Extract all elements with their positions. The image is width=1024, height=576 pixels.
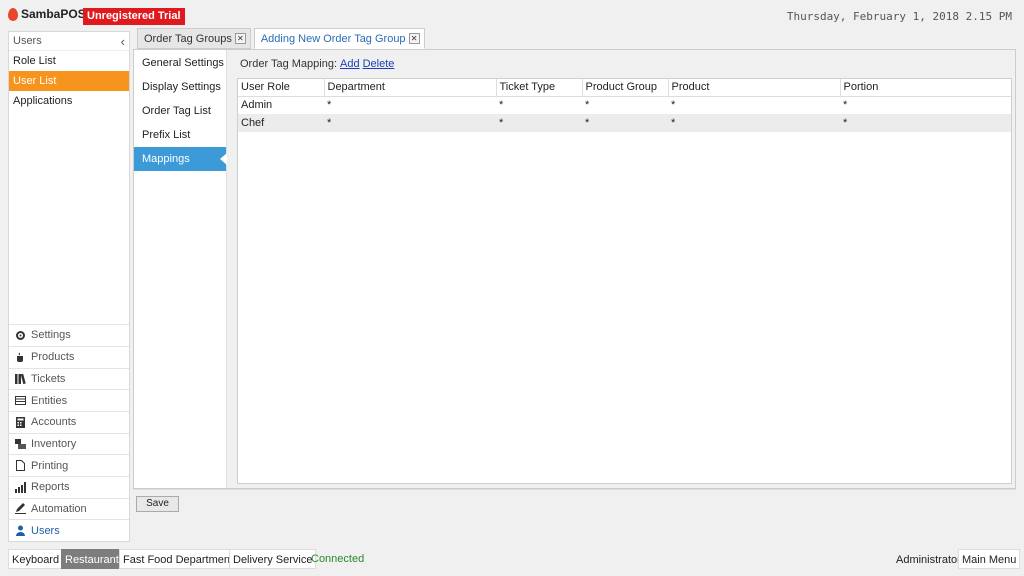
calculator-icon	[15, 416, 26, 428]
datetime: Thursday, February 1, 2018 2.15 PM	[786, 10, 1012, 23]
column-header[interactable]: Product Group	[582, 79, 669, 97]
module-label: Entities	[31, 394, 68, 407]
add-link[interactable]: Add	[340, 58, 360, 70]
trial-badge: Unregistered Trial	[83, 8, 185, 25]
module-tickets[interactable]: Tickets	[9, 367, 129, 390]
department-button[interactable]: Fast Food Department	[119, 549, 238, 569]
gear-icon	[15, 330, 26, 341]
nav-section-title: Users	[13, 35, 42, 47]
coffee-icon	[15, 352, 26, 363]
module-inventory[interactable]: Inventory	[9, 432, 129, 455]
document-icon	[15, 460, 26, 472]
module-entities[interactable]: Entities	[9, 389, 129, 411]
cell-portion[interactable]: *	[840, 96, 1011, 114]
cell-department[interactable]: *	[324, 96, 496, 114]
delivery-service-button[interactable]: Delivery Service	[229, 549, 317, 569]
column-header[interactable]: Department	[324, 79, 497, 97]
cell-ticket-type[interactable]: *	[496, 96, 582, 114]
editor-panel: General Settings Display Settings Order …	[133, 49, 1016, 489]
cell-ticket-type[interactable]: *	[496, 114, 582, 132]
close-icon[interactable]: ✕	[234, 33, 246, 44]
keyboard-button[interactable]: Keyboard	[8, 549, 64, 569]
document-tabs: Order Tag Groups ✕ Adding New Order Tag …	[137, 28, 428, 49]
section-menu: General Settings Display Settings Order …	[134, 50, 227, 488]
nav-item-role-list[interactable]: Role List	[9, 51, 129, 71]
tab-order-tag-groups[interactable]: Order Tag Groups ✕	[137, 28, 251, 49]
module-label: Reports	[31, 481, 70, 494]
tab-label: Adding New Order Tag Group	[260, 32, 406, 45]
pen-icon	[15, 503, 26, 515]
save-button[interactable]: Save	[136, 496, 179, 512]
module-settings[interactable]: Settings	[9, 324, 129, 346]
menu-order-tag-list[interactable]: Order Tag List	[134, 99, 226, 123]
close-icon[interactable]: ✕	[408, 33, 420, 44]
left-nav: Users ‹ Role List User List Applications…	[8, 31, 130, 542]
column-header[interactable]: Portion	[840, 79, 1011, 97]
nav-item-applications[interactable]: Applications	[9, 91, 129, 111]
module-label: Tickets	[31, 372, 66, 385]
module-label: Printing	[31, 459, 69, 472]
table-row[interactable]: Chef * * * * *	[238, 114, 1011, 132]
nav-header: Users ‹	[9, 32, 129, 51]
cell-department[interactable]: *	[324, 114, 496, 132]
connection-status: Connected	[311, 553, 365, 565]
boxes-icon	[15, 438, 26, 450]
module-label: Inventory	[31, 437, 77, 450]
collapse-icon[interactable]: ‹	[121, 34, 125, 49]
cell-portion[interactable]: *	[840, 114, 1011, 132]
menu-display-settings[interactable]: Display Settings	[134, 75, 226, 99]
module-reports[interactable]: Reports	[9, 475, 129, 498]
cell-product[interactable]: *	[668, 114, 840, 132]
status-bar: Keyboard Restaurant Fast Food Department…	[0, 545, 1024, 572]
nav-item-user-list[interactable]: User List	[9, 71, 129, 91]
table-row[interactable]: Admin * * * * *	[238, 96, 1011, 114]
mapping-toolbar: Order Tag Mapping: Add Delete	[240, 58, 394, 70]
bar-chart-icon	[15, 481, 26, 493]
main-menu-button[interactable]: Main Menu	[958, 549, 1021, 569]
column-header[interactable]: Ticket Type	[496, 79, 583, 97]
books-icon	[15, 373, 26, 385]
tab-adding-new-order-tag-group[interactable]: Adding New Order Tag Group ✕	[253, 28, 425, 49]
mapping-grid: User Role Department Ticket Type Product…	[237, 78, 1012, 484]
cell-product-group[interactable]: *	[582, 96, 668, 114]
module-label: Users	[31, 524, 60, 537]
title-bar: SambaPOS Unregistered Trial Thursday, Fe…	[0, 0, 1024, 28]
cell-user-role[interactable]: Chef	[238, 114, 324, 132]
module-printing[interactable]: Printing	[9, 454, 129, 476]
app-brand: SambaPOS	[21, 7, 86, 21]
menu-prefix-list[interactable]: Prefix List	[134, 123, 226, 147]
menu-general-settings[interactable]: General Settings	[134, 51, 226, 75]
module-label: Automation	[31, 502, 87, 515]
cell-product-group[interactable]: *	[582, 114, 668, 132]
module-automation[interactable]: Automation	[9, 497, 129, 520]
module-users[interactable]: Users	[9, 519, 129, 541]
user-icon	[15, 525, 26, 537]
column-header[interactable]: Product	[668, 79, 841, 97]
module-label: Products	[31, 351, 75, 364]
delete-link[interactable]: Delete	[363, 58, 395, 70]
cell-product[interactable]: *	[668, 96, 840, 114]
grid-header-row: User Role Department Ticket Type Product…	[238, 79, 1011, 97]
column-header[interactable]: User Role	[238, 79, 325, 97]
table-icon	[15, 395, 26, 406]
menu-mappings[interactable]: Mappings	[134, 147, 227, 171]
module-label: Settings	[31, 329, 71, 342]
app-logo: SambaPOS	[8, 7, 86, 21]
user-button[interactable]: Administrator	[892, 549, 965, 569]
module-accounts[interactable]: Accounts	[9, 410, 129, 433]
module-nav: Settings Products Tickets Entities Accou…	[9, 324, 129, 541]
save-bar: Save	[133, 489, 1016, 519]
cell-user-role[interactable]: Admin	[238, 96, 324, 114]
mapping-label: Order Tag Mapping:	[240, 58, 338, 70]
module-label: Accounts	[31, 416, 77, 429]
tab-label: Order Tag Groups	[144, 32, 232, 45]
module-products[interactable]: Products	[9, 345, 129, 368]
flame-icon	[8, 7, 18, 21]
restaurant-button[interactable]: Restaurant	[61, 549, 123, 569]
